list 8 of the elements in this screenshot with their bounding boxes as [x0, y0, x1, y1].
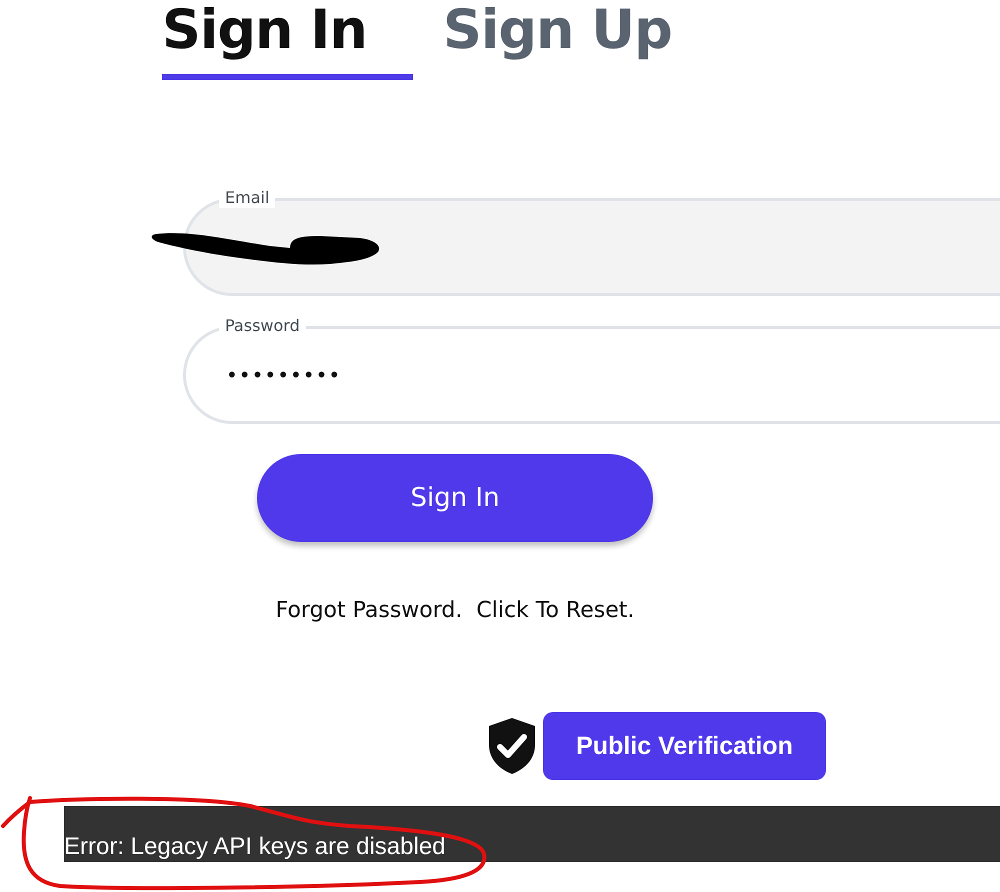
public-verification-button[interactable]: Public Verification [543, 712, 826, 780]
sign-in-button[interactable]: Sign In [257, 454, 653, 542]
field-label: Email [219, 188, 276, 208]
forgot-password-link[interactable]: Forgot Password. Click To Reset. [276, 598, 634, 624]
tab[interactable]: Sign In [162, 0, 413, 80]
error-message: Error: Legacy API keys are disabled [64, 832, 446, 862]
tab[interactable]: Sign Up [443, 0, 672, 80]
shield-check-icon [488, 717, 536, 775]
